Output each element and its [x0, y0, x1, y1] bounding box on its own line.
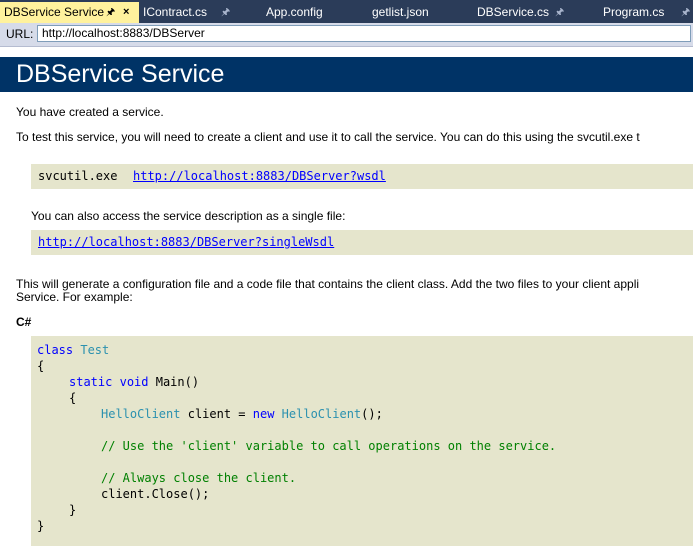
main-signature: Main() — [155, 375, 200, 389]
single-file-text: You can also access the service descript… — [31, 209, 346, 223]
tab-label: DBService Service — [4, 5, 105, 19]
code-line-close-call: client.Close(); — [101, 487, 210, 501]
code-comment-close-client: // Always close the client. — [101, 471, 297, 485]
tab-label: App.config — [266, 5, 323, 19]
code-line-inner-close: } — [69, 503, 77, 517]
tab-label: IContract.cs — [143, 5, 208, 19]
document-tab-bar: DBService Service 🖈 × IContract.cs 🖈 App… — [0, 0, 693, 23]
tab-label: getlist.json — [372, 5, 429, 19]
code-line-close-brace: } — [37, 519, 45, 533]
keyword-static: static — [69, 375, 113, 389]
tab-program-cs[interactable]: Program.cs 🖈 — [603, 3, 693, 22]
svcutil-command: svcutil.exe — [38, 169, 118, 183]
code-sample: class Test { static void Main() { HelloC… — [31, 336, 693, 546]
test-instructions-text: To test this service, you will need to c… — [16, 130, 640, 144]
code-line-class: class Test — [37, 343, 109, 357]
pin-icon[interactable]: 🖈 — [681, 3, 690, 22]
type-test: Test — [80, 343, 110, 357]
url-input[interactable]: http://localhost:8883/DBServer — [37, 25, 691, 42]
tab-label: DBService.cs — [477, 5, 550, 19]
pin-icon[interactable]: 🖈 — [221, 3, 230, 22]
code-comment-use-client: // Use the 'client' variable to call ope… — [101, 439, 557, 453]
generate-text-line2: Service. For example: — [16, 290, 133, 304]
tab-label: Program.cs — [603, 5, 665, 19]
wsdl-link[interactable]: http://localhost:8883/DBServer?wsdl — [133, 169, 386, 183]
tab-getlist-json[interactable]: getlist.json — [372, 3, 442, 22]
close-icon[interactable]: × — [123, 2, 129, 23]
single-wsdl-box: http://localhost:8883/DBServer?singleWsd… — [31, 230, 693, 255]
ctor-end: (); — [361, 407, 383, 421]
single-wsdl-link[interactable]: http://localhost:8883/DBServer?singleWsd… — [38, 235, 334, 249]
service-page: DBService Service You have created a ser… — [0, 47, 693, 546]
generate-text-line1: This will generate a configuration file … — [16, 277, 640, 291]
csharp-label: C# — [16, 315, 32, 329]
keyword-new: new — [252, 407, 275, 421]
created-text: You have created a service. — [16, 105, 164, 119]
url-label: URL: — [6, 27, 34, 41]
tab-app-config[interactable]: App.config — [266, 3, 336, 22]
pin-icon[interactable]: 🖈 — [106, 2, 115, 23]
tab-dbservice-service[interactable]: DBService Service 🖈 × — [0, 2, 139, 23]
svcutil-box: svcutil.exe http://localhost:8883/DBServ… — [31, 164, 693, 189]
code-line-main: static void Main() — [69, 375, 199, 389]
keyword-void: void — [119, 375, 149, 389]
code-line-inner-open: { — [69, 391, 77, 405]
tab-icontract[interactable]: IContract.cs 🖈 — [143, 3, 231, 22]
type-helloclient: HelloClient — [101, 407, 181, 421]
tab-dbservice-cs[interactable]: DBService.cs 🖈 — [477, 3, 567, 22]
client-decl: client = — [187, 407, 246, 421]
pin-icon[interactable]: 🖈 — [555, 3, 564, 22]
type-helloclient-ctor: HelloClient — [281, 407, 362, 421]
page-title: DBService Service — [16, 60, 225, 88]
page-header: DBService Service — [0, 57, 693, 92]
code-line-open-brace: { — [37, 359, 45, 373]
code-line-client-decl: HelloClient client = new HelloClient(); — [101, 407, 383, 421]
keyword-class: class — [37, 343, 74, 357]
url-bar: URL: http://localhost:8883/DBServer — [0, 23, 693, 47]
